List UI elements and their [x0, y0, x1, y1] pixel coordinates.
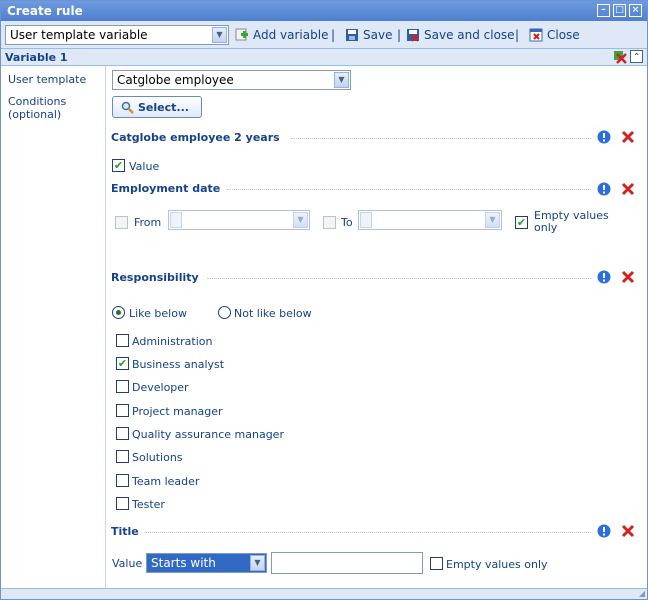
like-below-radio[interactable] — [112, 306, 125, 319]
to-date-input[interactable]: ▼ — [358, 210, 502, 230]
to-label: To — [341, 216, 353, 229]
toolbar-separator: | — [331, 28, 336, 42]
toolbar-separator: | — [397, 28, 402, 42]
info-icon[interactable] — [597, 130, 611, 144]
responsibility-label: Team leader — [132, 475, 200, 488]
save-and-close-button[interactable]: Save and close — [406, 28, 515, 42]
conditions-label: Conditions (optional) — [8, 95, 67, 121]
close-label: Close — [547, 28, 580, 42]
title-operator-value: Starts with — [151, 556, 216, 570]
section-title-responsibility: Responsibility — [111, 271, 199, 284]
from-checkbox[interactable] — [115, 216, 128, 229]
rule-type-value: User template variable — [10, 28, 148, 42]
save-label: Save — [363, 28, 393, 42]
chevron-down-icon[interactable]: ▼ — [212, 27, 227, 43]
create-rule-window: Create rule – □ × User template variable… — [0, 0, 648, 600]
user-template-select[interactable]: Catglobe employee ▼ — [112, 70, 351, 90]
from-date-input[interactable]: ▼ — [168, 210, 310, 230]
minimize-icon[interactable]: – — [597, 4, 610, 17]
title-empty-label: Empty values only — [446, 558, 548, 571]
section-title-employment-date: Employment date — [111, 182, 221, 195]
window-controls: – □ × — [597, 4, 642, 17]
maximize-icon[interactable]: □ — [613, 4, 626, 17]
responsibility-label: Developer — [132, 381, 189, 394]
value-label: Value — [129, 160, 160, 173]
responsibility-label: Solutions — [132, 451, 183, 464]
info-icon[interactable] — [597, 524, 611, 538]
spinner-icon[interactable] — [170, 212, 182, 228]
select-button-label: Select... — [138, 100, 189, 114]
close-button[interactable]: Close — [529, 28, 580, 42]
responsibility-checkbox[interactable] — [116, 427, 129, 440]
title-empty-checkbox[interactable] — [430, 557, 443, 570]
employment-empty-label: Empty values only — [534, 209, 609, 234]
responsibility-label: Administration — [132, 335, 213, 348]
section-divider — [207, 278, 591, 279]
collapse-icon[interactable]: ⌃ — [630, 50, 643, 63]
select-conditions-button[interactable]: Select... — [112, 96, 202, 118]
spinner-icon[interactable] — [360, 212, 372, 228]
window-titlebar: Create rule – □ × — [1, 1, 647, 21]
chevron-down-icon[interactable]: ▼ — [334, 72, 349, 88]
close-icon[interactable]: × — [629, 4, 642, 17]
info-icon[interactable] — [597, 182, 611, 196]
responsibility-checkbox[interactable] — [116, 497, 129, 510]
from-label: From — [134, 216, 162, 229]
info-icon[interactable] — [597, 270, 611, 284]
user-template-value: Catglobe employee — [117, 73, 234, 87]
close-window-icon — [529, 28, 543, 42]
responsibility-checkbox[interactable] — [116, 404, 129, 417]
rule-type-select[interactable]: User template variable ▼ — [5, 25, 229, 45]
responsibility-checkbox[interactable] — [116, 450, 129, 463]
responsibility-checkbox[interactable]: ✔ — [116, 357, 129, 370]
add-icon — [235, 28, 248, 41]
save-close-icon — [407, 29, 419, 42]
responsibility-checkbox[interactable] — [116, 380, 129, 393]
toolbar-separator: | — [515, 28, 520, 42]
save-and-close-label: Save and close — [424, 28, 515, 42]
variable-header: Variable 1 ⌃ — [1, 49, 647, 66]
section-title-title: Title — [111, 525, 139, 538]
window-title: Create rule — [7, 4, 83, 18]
not-like-below-radio[interactable] — [218, 306, 231, 319]
label-column — [1, 66, 106, 588]
responsibility-label: Tester — [132, 498, 165, 511]
not-like-below-label: Not like below — [234, 307, 312, 320]
delete-icon[interactable] — [621, 182, 635, 196]
variable-title: Variable 1 — [5, 51, 68, 64]
section-divider — [291, 138, 591, 139]
status-bar: ◢ — [1, 588, 647, 599]
add-variable-button[interactable]: Add variable — [235, 28, 328, 42]
search-icon — [121, 101, 134, 114]
add-variable-label: Add variable — [253, 28, 329, 42]
toolbar: User template variable ▼ Add variable | … — [1, 21, 647, 49]
title-operator-select[interactable]: Starts with ▼ — [146, 553, 267, 573]
chevron-down-icon[interactable]: ▼ — [485, 212, 500, 228]
responsibility-checkbox[interactable] — [116, 474, 129, 487]
section-divider — [227, 189, 591, 190]
chevron-down-icon[interactable]: ▼ — [250, 555, 265, 571]
chevron-down-icon[interactable]: ▼ — [293, 212, 308, 228]
save-button[interactable]: Save — [345, 28, 392, 42]
section-title-employee-2-years: Catglobe employee 2 years — [111, 131, 280, 144]
delete-icon[interactable] — [621, 524, 635, 538]
title-value-label: Value — [112, 557, 143, 570]
responsibility-label: Business analyst — [132, 358, 225, 371]
remove-variable-icon[interactable] — [613, 50, 627, 64]
responsibility-label: Project manager — [132, 405, 223, 418]
responsibility-label: Quality assurance manager — [132, 428, 284, 441]
delete-icon[interactable] — [621, 270, 635, 284]
delete-icon[interactable] — [621, 130, 635, 144]
to-checkbox[interactable] — [323, 216, 336, 229]
title-value-input[interactable] — [271, 552, 423, 574]
user-template-label: User template — [8, 73, 87, 86]
value-checkbox[interactable]: ✔ — [112, 159, 125, 172]
resize-grip-icon[interactable]: ◢ — [639, 589, 645, 598]
floppy-disk-icon — [346, 29, 358, 41]
employment-empty-checkbox[interactable]: ✔ — [515, 216, 528, 229]
responsibility-checkbox[interactable] — [116, 334, 129, 347]
like-below-label: Like below — [129, 307, 187, 320]
section-divider — [145, 532, 591, 533]
